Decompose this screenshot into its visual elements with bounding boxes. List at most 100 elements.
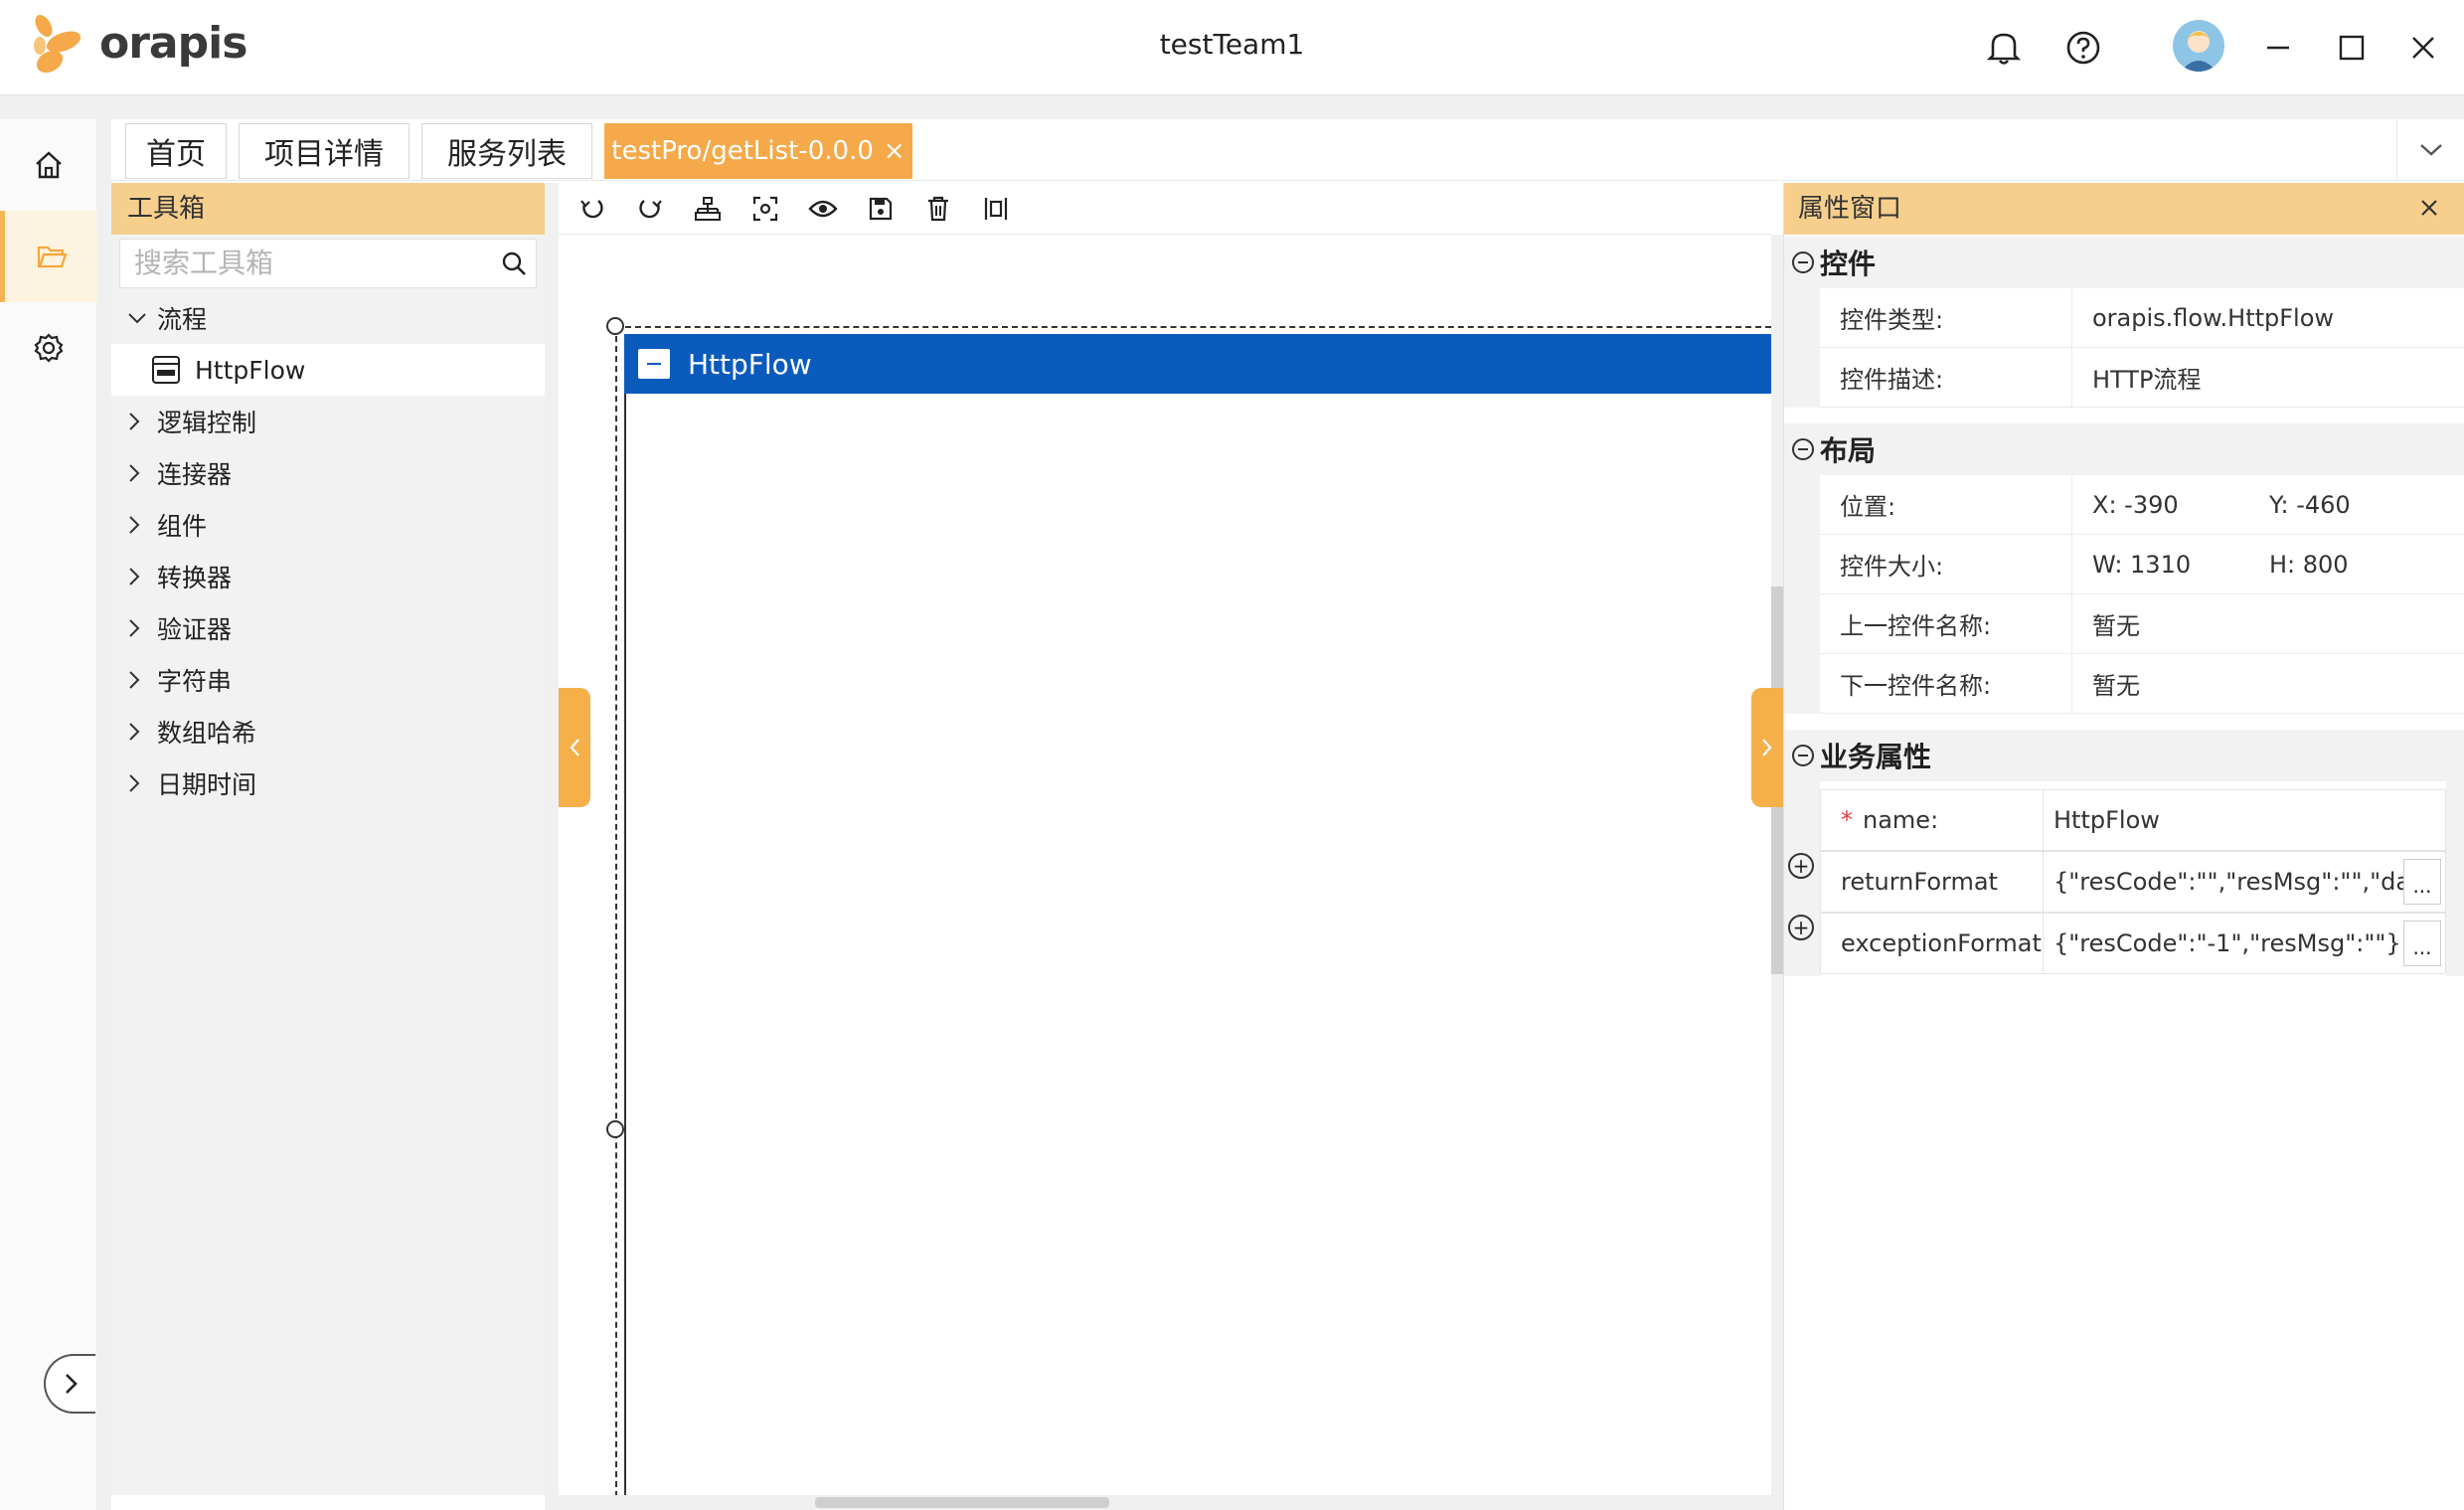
folder-icon [37,246,68,268]
delete-icon[interactable] [918,193,958,225]
tab-service-list[interactable]: 服务列表 [421,123,592,179]
expand-icon[interactable]: + [1788,915,1814,940]
section-business[interactable]: 业务属性 [1784,730,2464,781]
tree-label: 连接器 [157,460,233,489]
chevron-left-icon [570,739,579,756]
chevron-right-icon [127,515,149,535]
align-icon[interactable] [976,193,1016,225]
tree-item-component[interactable]: 组件 [111,499,545,551]
tree-label: 字符串 [157,667,233,696]
name-input[interactable]: HttpFlow [2044,790,2445,850]
rail-item-home[interactable] [0,119,97,211]
flow-node-title: HttpFlow [688,347,812,381]
tab-label: 首页 [146,137,206,172]
tab-label: testPro/getList-0.0.0 [611,136,874,166]
help-icon[interactable] [2055,20,2111,76]
more-button[interactable]: ... [2403,921,2441,966]
redo-icon[interactable] [630,193,670,225]
maximize-icon[interactable] [2324,20,2380,76]
expand-symbol: + [1792,854,1810,878]
tree-item-flow[interactable]: 流程 [111,292,545,344]
return-format-input[interactable]: {"resCode":"","resMsg":"","data":... [2044,852,2403,912]
chevron-right-icon [66,1374,78,1394]
close-icon[interactable] [2395,20,2451,76]
more-button[interactable]: ... [2403,859,2441,905]
tree-item-logic[interactable]: 逻辑控制 [111,396,545,447]
toolbox-search [119,239,537,288]
prop-value: orapis.flow.HttpFlow [2092,303,2335,332]
property-panel: 属性窗口 控件 控件类型: orapis.flow.HttpFlow 控件描述:… [1783,183,2464,1510]
search-icon[interactable] [500,250,528,281]
save-icon[interactable] [861,193,901,225]
chevron-right-icon [127,773,149,793]
prop-row-desc: 控件描述: HTTP流程 [1820,348,2464,408]
close-icon[interactable] [2414,193,2444,223]
title-bar: orapis testTeam1 [0,0,2464,95]
tree-item-connector[interactable]: 连接器 [111,447,545,499]
chevron-right-icon [127,618,149,638]
tree-item-string[interactable]: 字符串 [111,654,545,706]
collapse-icon[interactable] [1792,252,1814,273]
section-gutter [1784,781,1820,976]
exception-format-input[interactable]: {"resCode":"-1","resMsg":""} [2044,914,2403,973]
prop-key: 上一控件名称: [1820,594,2072,653]
prop-value: 暂无 [2092,612,2140,640]
bell-icon[interactable] [1976,20,2032,76]
collapse-properties-button[interactable] [1751,688,1783,807]
tab-project-detail[interactable]: 项目详情 [239,123,410,179]
minimize-icon[interactable] [2250,20,2306,76]
preview-icon[interactable] [803,193,843,225]
tree-label: 流程 [157,305,208,334]
rail-expand-button[interactable] [44,1354,95,1414]
prop-key: 控件大小: [1820,535,2072,593]
tree-label: HttpFlow [195,355,306,385]
tree-item-datetime[interactable]: 日期时间 [111,757,545,809]
top-divider [0,95,2464,119]
required-mark: * [1841,806,1853,834]
property-panel-title: 属性窗口 [1784,183,2464,235]
horizontal-scrollbar[interactable] [559,1495,1783,1510]
flow-node-header[interactable]: HttpFlow [624,334,1771,394]
section-layout[interactable]: 布局 [1784,423,2464,475]
flow-node[interactable] [624,334,1771,1497]
resize-handle-left[interactable] [606,1120,624,1138]
canvas-toolbar [559,183,1771,235]
expand-icon[interactable]: + [1788,853,1814,879]
resize-handle-top-left[interactable] [606,317,624,335]
tree-label: 转换器 [157,564,233,592]
tab-home[interactable]: 首页 [125,123,227,179]
tab-testpro-getlist[interactable]: testPro/getList-0.0.0 × [604,123,912,179]
toolbox-search-input[interactable] [120,240,478,285]
tab-close-icon[interactable]: × [884,136,905,166]
chevron-right-icon [1762,739,1772,756]
expand-symbol: + [1792,916,1810,939]
tree-label: 验证器 [157,615,233,644]
tree-item-converter[interactable]: 转换器 [111,551,545,602]
section-control[interactable]: 控件 [1784,237,2464,288]
node-collapse-button[interactable] [638,349,670,379]
fit-screen-icon[interactable] [745,193,785,225]
toolbox-title: 工具箱 [111,183,545,235]
prop-value-x: X: -390 [2092,490,2179,519]
prop-row-return-format: returnFormat {"resCode":"","resMsg":"","… [1820,851,2446,913]
tree-item-array-hash[interactable]: 数组哈希 [111,706,545,757]
prop-row-exception-format: exceptionFormat {"resCode":"-1","resMsg"… [1820,913,2446,974]
prop-row-name: * name: HttpFlow [1820,789,2446,851]
tab-more-button[interactable] [2396,119,2464,181]
prop-row-position: 位置: X: -390 Y: -460 [1820,475,2464,535]
collapse-toolbox-button[interactable] [559,688,590,807]
rail-item-projects[interactable] [0,211,97,302]
tree-item-httpflow[interactable]: HttpFlow [111,344,545,396]
collapse-icon[interactable] [1792,438,1814,460]
avatar[interactable] [2173,20,2224,72]
tree-item-validator[interactable]: 验证器 [111,602,545,654]
horizontal-scroll-thumb[interactable] [815,1497,1109,1508]
section-title: 布局 [1820,434,1877,467]
undo-icon[interactable] [573,193,612,225]
organization-icon[interactable] [688,193,728,225]
tab-label: 项目详情 [264,137,384,172]
rail-item-settings[interactable] [0,302,97,394]
chevron-right-icon [127,722,149,742]
prop-value: HTTP流程 [2092,366,2202,394]
collapse-icon[interactable] [1792,745,1814,766]
